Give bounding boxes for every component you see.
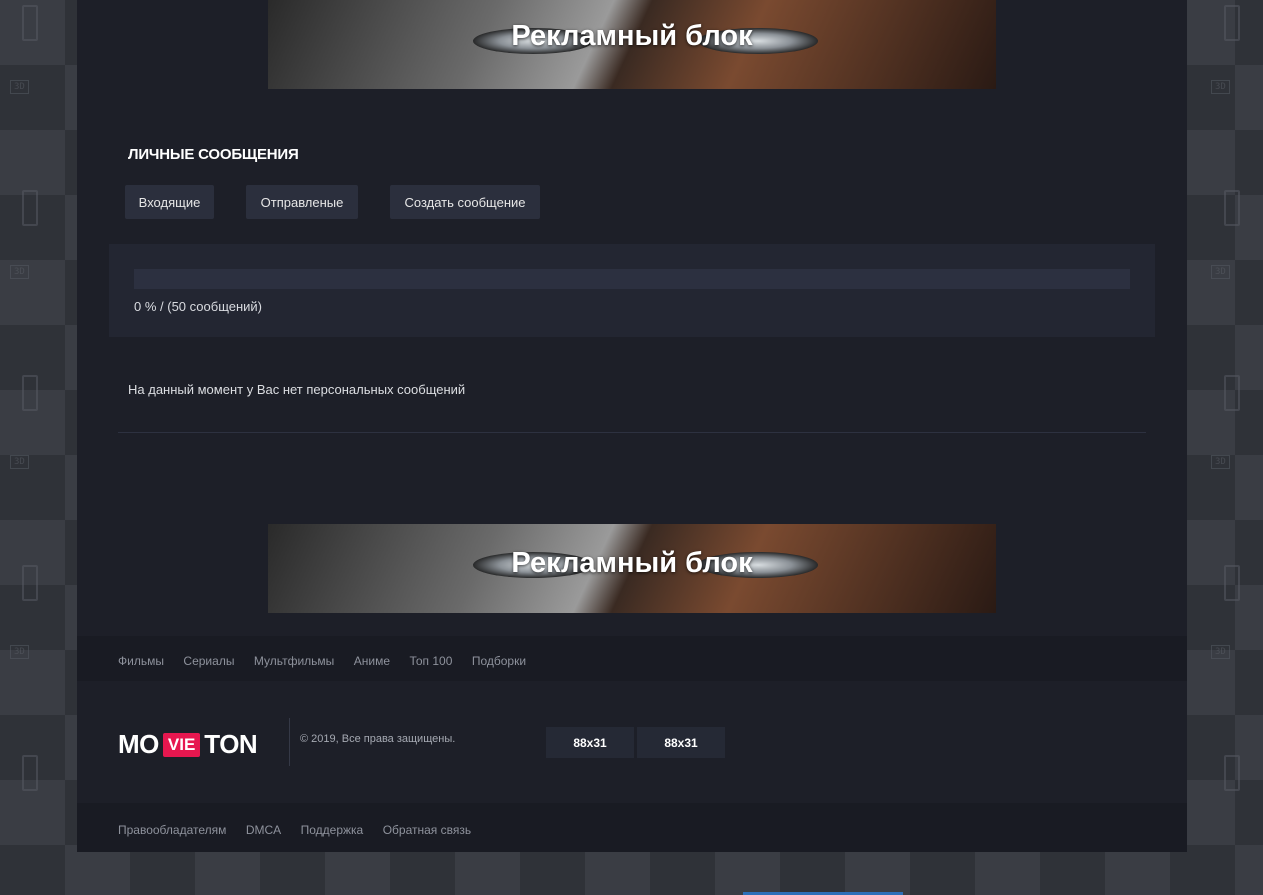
counter-badge[interactable]: 88x31	[637, 727, 725, 758]
footer-nav-collections[interactable]: Подборки	[472, 654, 526, 668]
inbox-button[interactable]: Входящие	[125, 185, 214, 219]
tag-icon: 3D	[1211, 645, 1230, 659]
trash-can-icon	[22, 565, 38, 601]
ad-banner-bottom-text: Рекламный блок	[511, 547, 753, 579]
empty-messages-text: На данный момент у Вас нет персональных …	[128, 382, 466, 397]
tag-icon: 3D	[10, 265, 29, 279]
create-message-button[interactable]: Создать сообщение	[390, 185, 540, 219]
counter-badge[interactable]: 88x31	[546, 727, 634, 758]
logo-part-mo: MO	[118, 729, 159, 759]
footer-nav-cartoons[interactable]: Мультфильмы	[254, 654, 334, 668]
footer-link-support[interactable]: Поддержка	[301, 823, 364, 837]
footer-bottom: Правообладателям DMCA Поддержка Обратная…	[77, 803, 1187, 852]
background-pattern-left: 3D 3D 3D 3D	[0, 0, 77, 895]
quota-panel: 0 % / (50 сообщений)	[109, 244, 1155, 337]
tag-icon: 3D	[1211, 265, 1230, 279]
logo-part-ton: TON	[204, 729, 258, 759]
trash-can-icon	[1224, 5, 1240, 41]
trash-can-icon	[1224, 190, 1240, 226]
footer-main: MO VIE TON © 2019, Все права защищены. 8…	[77, 681, 1187, 803]
divider	[118, 432, 1146, 433]
footer-nav-movies[interactable]: Фильмы	[118, 654, 164, 668]
trash-can-icon	[1224, 755, 1240, 791]
footer-nav-anime[interactable]: Аниме	[354, 654, 390, 668]
tag-icon: 3D	[10, 80, 29, 94]
ad-banner-top-text: Рекламный блок	[511, 20, 753, 52]
tag-icon: 3D	[1211, 455, 1230, 469]
footer-link-dmca[interactable]: DMCA	[246, 823, 281, 837]
footer-nav: Фильмы Сериалы Мультфильмы Аниме Топ 100…	[77, 636, 1187, 681]
trash-can-icon	[1224, 565, 1240, 601]
main-page: Рекламный блок ЛИЧНЫЕ СООБЩЕНИЯ Входящие…	[77, 0, 1187, 852]
tag-icon: 3D	[1211, 80, 1230, 94]
footer-nav-top100[interactable]: Топ 100	[409, 654, 452, 668]
footer-link-feedback[interactable]: Обратная связь	[383, 823, 471, 837]
sent-button[interactable]: Отправленые	[246, 185, 358, 219]
tag-icon: 3D	[10, 645, 29, 659]
footer-nav-series[interactable]: Сериалы	[183, 654, 234, 668]
logo-separator	[289, 718, 290, 766]
tag-icon: 3D	[10, 455, 29, 469]
trash-can-icon	[22, 5, 38, 41]
background-pattern-right: 3D 3D 3D 3D	[1186, 0, 1263, 895]
trash-can-icon	[22, 755, 38, 791]
quota-progress-bar	[134, 269, 1130, 289]
trash-can-icon	[1224, 375, 1240, 411]
footer-link-rightholders[interactable]: Правообладателям	[118, 823, 226, 837]
trash-can-icon	[22, 375, 38, 411]
trash-can-icon	[22, 190, 38, 226]
site-logo[interactable]: MO VIE TON	[118, 729, 258, 760]
ad-banner-bottom[interactable]: Рекламный блок	[268, 524, 996, 613]
page-title: ЛИЧНЫЕ СООБЩЕНИЯ	[128, 146, 299, 163]
logo-part-vie: VIE	[162, 732, 201, 757]
copyright-text: © 2019, Все права защищены.	[300, 733, 456, 745]
quota-text: 0 % / (50 сообщений)	[134, 299, 263, 314]
ad-banner-top[interactable]: Рекламный блок	[268, 0, 996, 89]
